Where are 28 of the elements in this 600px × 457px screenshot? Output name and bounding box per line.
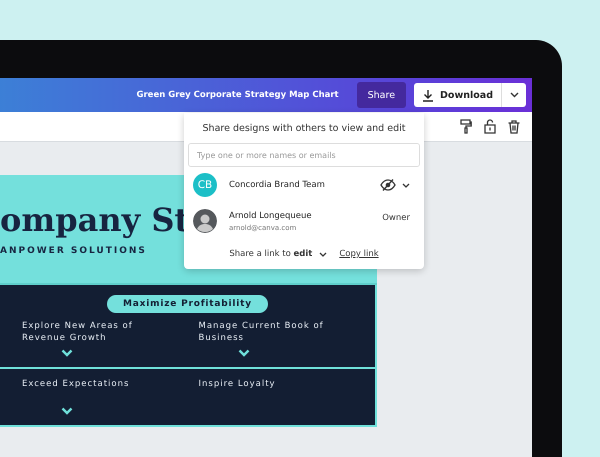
strategy-item: Manage Current Book of Business	[198, 321, 325, 345]
download-icon	[422, 88, 434, 102]
paint-roller-icon[interactable]	[460, 119, 472, 134]
unlock-icon[interactable]	[484, 119, 496, 134]
design-title: ompany St	[0, 203, 190, 238]
download-button[interactable]: Download	[414, 83, 502, 107]
document-title: Green Grey Corporate Strategy Map Chart	[136, 90, 339, 100]
trash-icon[interactable]	[508, 120, 520, 134]
eye-slash-icon	[380, 179, 396, 191]
member-name: Arnold Longequeue	[229, 210, 312, 220]
chevron-down-icon	[402, 182, 410, 188]
share-link-permission[interactable]: Share a link to edit	[229, 249, 312, 259]
member-role: Owner	[382, 213, 410, 223]
chevron-down-icon[interactable]	[319, 252, 328, 256]
visibility-dropdown[interactable]	[380, 179, 410, 191]
design-subtitle: ANPOWER SOLUTIONS	[0, 246, 147, 256]
copy-link[interactable]: Copy link	[339, 249, 379, 259]
share-heading: Share designs with others to view and edit	[202, 122, 406, 136]
strategy-item: Inspire Loyalty	[198, 379, 277, 391]
chevron-down-icon	[510, 92, 518, 98]
invite-input-field[interactable]: Type one or more names or emails	[188, 143, 420, 167]
team-avatar: CB	[193, 173, 217, 197]
strategy-item: Explore New Areas of Revenue Growth	[22, 321, 134, 345]
member-name: Concordia Brand Team	[229, 180, 325, 190]
strategy-item: Exceed Expectations	[22, 379, 130, 391]
avatar-silhouette	[193, 209, 217, 233]
goal-pill: Maximize Profitability	[107, 295, 268, 313]
share-button[interactable]: Share	[356, 82, 406, 108]
